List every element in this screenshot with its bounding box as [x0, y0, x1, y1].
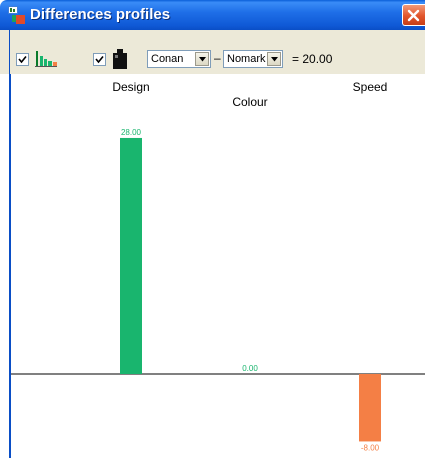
bar-speed [359, 374, 381, 442]
chevron-down-icon [199, 57, 206, 62]
checkmark-icon [95, 55, 104, 64]
toolbar: Conan – Nomark = 20.00 [0, 30, 425, 74]
category-label-design: Design [112, 80, 149, 94]
value-label-design: 28.00 [121, 128, 142, 137]
category-label-colour: Colour [232, 95, 267, 109]
close-button[interactable] [402, 4, 425, 26]
bar-design [120, 137, 142, 374]
difference-result: = 20.00 [292, 52, 333, 66]
product-b-dropdown-button[interactable] [267, 52, 281, 66]
app-icon [8, 6, 26, 24]
product-a-value: Conan [151, 53, 184, 65]
value-label-colour: 0.00 [242, 364, 258, 373]
product-b-select[interactable]: Nomark [223, 50, 283, 68]
product-b-value: Nomark [227, 53, 266, 65]
difference-bar-chart: Design 28.00 Colour 0.00 Speed -8.00 [11, 80, 425, 452]
chevron-down-icon [271, 57, 278, 62]
category-label-speed: Speed [353, 80, 388, 94]
operator-label: – [214, 51, 221, 65]
checkmark-icon [18, 55, 27, 64]
weight-checkbox[interactable] [93, 53, 106, 66]
weight-icon[interactable] [111, 48, 129, 70]
profile-checkbox[interactable] [16, 53, 29, 66]
bar-chart-icon[interactable] [34, 48, 58, 68]
product-a-dropdown-button[interactable] [195, 52, 209, 66]
differences-profiles-window: Differences profiles Conan – Nomark = 20… [0, 0, 425, 458]
value-label-speed: -8.00 [361, 443, 380, 452]
chart-area: Design 28.00 Colour 0.00 Speed -8.00 [0, 74, 425, 458]
product-a-select[interactable]: Conan [147, 50, 211, 68]
title-bar[interactable]: Differences profiles [0, 0, 425, 30]
close-icon [407, 9, 420, 22]
window-title: Differences profiles [30, 6, 171, 23]
